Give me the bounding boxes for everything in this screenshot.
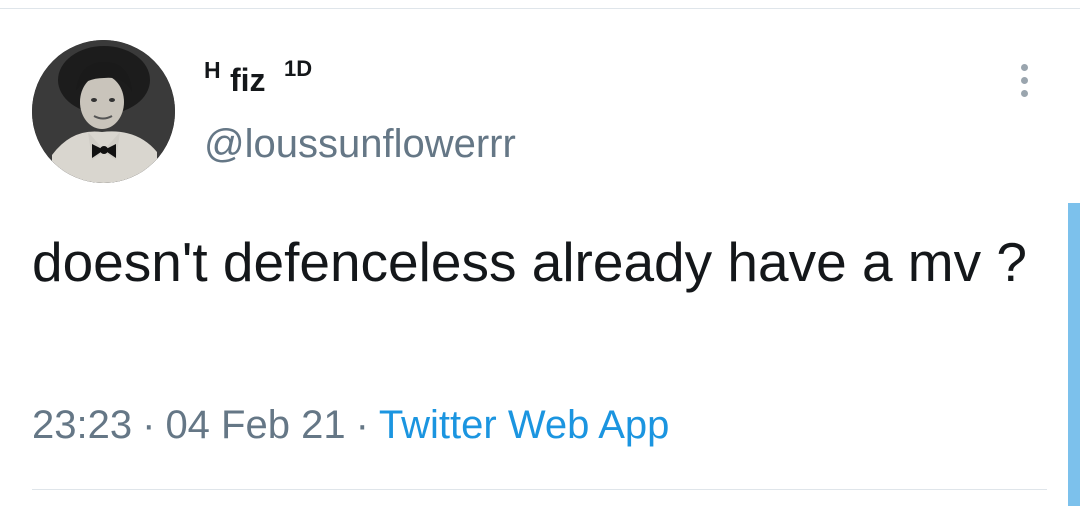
more-dot (1020, 90, 1028, 97)
avatar[interactable] (32, 40, 175, 183)
top-divider (0, 8, 1080, 9)
tweet-text: doesn't defenceless already have a mv ? (32, 231, 1027, 293)
display-name-main: fiz (230, 62, 266, 98)
tweet-meta: 23:23 · 04 Feb 21 · Twitter Web App (32, 403, 669, 448)
meta-separator: · (355, 403, 369, 447)
more-dot (1020, 77, 1028, 84)
author-handle[interactable]: @loussunflowerrr (204, 122, 516, 167)
avatar-photo (32, 40, 175, 183)
more-dot (1020, 64, 1028, 71)
display-name-prefix: H (204, 57, 221, 83)
tweet-date: 04 Feb 21 (165, 403, 346, 447)
tweet-source-link[interactable]: Twitter Web App (379, 403, 670, 447)
tweet-time: 23:23 (32, 403, 133, 447)
meta-separator: · (142, 403, 156, 447)
more-vertical-icon[interactable] (1012, 64, 1036, 104)
scroll-indicator[interactable] (1068, 203, 1080, 506)
display-name-superscript: 1D (284, 56, 313, 81)
bottom-divider (32, 489, 1047, 490)
